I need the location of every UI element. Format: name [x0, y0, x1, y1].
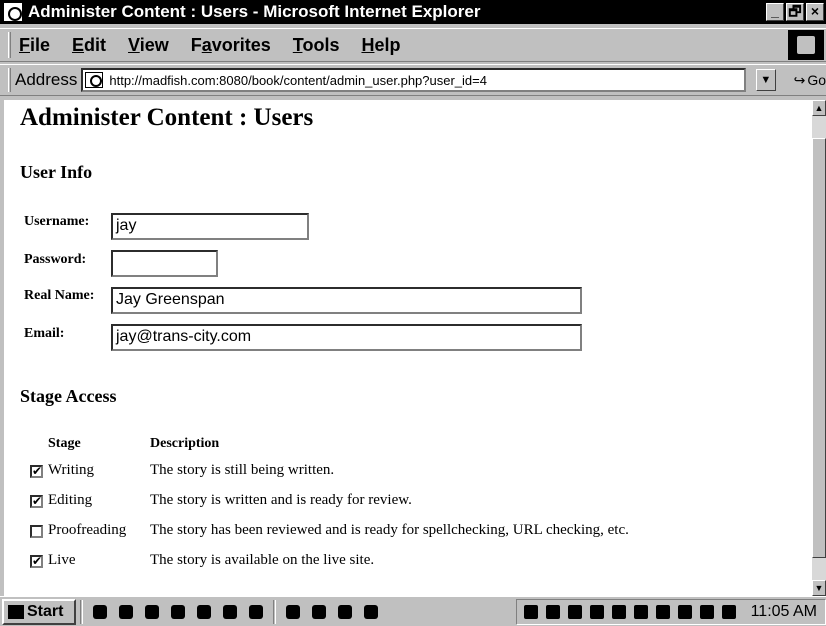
page-content: Administer Content : Users User Info Use…: [4, 100, 814, 596]
notepad-quicklaunch-icon[interactable]: [220, 603, 240, 621]
taskbar-clock: 11:05 AM: [750, 602, 817, 620]
ie-quicklaunch-icon[interactable]: [90, 603, 110, 621]
tray-icon-1[interactable]: [523, 604, 541, 620]
go-label: Go: [807, 72, 826, 88]
explorer-quicklaunch-icon[interactable]: [194, 603, 214, 621]
task-ie-window-icon[interactable]: [335, 603, 355, 621]
address-label: Address: [14, 70, 78, 89]
scroll-up-button[interactable]: ▲: [812, 100, 826, 116]
tray-icon-8[interactable]: [677, 604, 695, 620]
menu-view[interactable]: View: [128, 35, 169, 56]
menu-bar: File Edit View Favorites Tools Help: [0, 28, 826, 62]
menubar-grip[interactable]: [8, 32, 11, 58]
email-label: Email:: [24, 326, 65, 341]
outlook-quicklaunch-icon[interactable]: [116, 603, 136, 621]
tray-icon-5[interactable]: [611, 604, 629, 620]
tray-icon-7[interactable]: [655, 604, 673, 620]
browser-window: Administer Content : Users - Microsoft I…: [0, 0, 826, 626]
app-quicklaunch-icon[interactable]: [246, 603, 266, 621]
ie-app-icon[interactable]: [4, 3, 22, 21]
task-icon-2[interactable]: [309, 603, 329, 621]
address-input[interactable]: http://madfish.com:8080/book/content/adm…: [81, 68, 746, 92]
stage-access-heading: Stage Access: [20, 386, 117, 406]
stage-name: Writing: [48, 462, 95, 478]
close-button[interactable]: ×: [806, 3, 824, 21]
address-bar: Address http://madfish.com:8080/book/con…: [0, 64, 826, 96]
menu-tools[interactable]: Tools: [293, 35, 340, 56]
windows-flag-icon: [8, 604, 24, 619]
page-icon: [85, 72, 104, 88]
taskbar: Start 11:05 AM: [0, 596, 826, 626]
stage-description: The story is available on the live site.: [150, 552, 375, 568]
tray-icon-3[interactable]: [567, 604, 585, 620]
stage-column-header: Stage: [48, 436, 81, 451]
addressbar-grip[interactable]: [8, 68, 11, 92]
taskbar-separator: [273, 599, 276, 624]
username-field[interactable]: jay: [111, 213, 309, 240]
volume-icon[interactable]: [633, 604, 651, 620]
vertical-scrollbar[interactable]: ▲ ▼: [812, 100, 826, 596]
tray-icon-2[interactable]: [545, 604, 563, 620]
realname-label: Real Name:: [24, 288, 95, 303]
stage-description: The story is still being written.: [150, 462, 335, 478]
stage-description: The story has been reviewed and is ready…: [150, 522, 629, 538]
tray-icon-9[interactable]: [699, 604, 717, 620]
minimize-button[interactable]: _: [766, 3, 784, 21]
go-arrow-icon: ↪: [793, 71, 806, 88]
menu-favorites[interactable]: Favorites: [191, 35, 271, 56]
realname-field[interactable]: Jay Greenspan: [111, 287, 582, 314]
tray-icon-4[interactable]: [589, 604, 607, 620]
address-dropdown-button[interactable]: ▼: [755, 69, 776, 91]
tray-icon-10[interactable]: [721, 604, 739, 620]
task-icon-1[interactable]: [283, 603, 303, 621]
go-button[interactable]: ↪ Go: [794, 72, 826, 89]
page-title: Administer Content : Users: [20, 104, 314, 131]
password-field[interactable]: [111, 250, 218, 277]
password-label: Password:: [24, 252, 87, 267]
title-bar: Administer Content : Users - Microsoft I…: [0, 0, 826, 24]
restore-button[interactable]: 🗗: [786, 3, 804, 21]
stage-name: Live: [48, 552, 76, 568]
scroll-down-button[interactable]: ▼: [812, 580, 826, 596]
window-title: Administer Content : Users - Microsoft I…: [28, 2, 481, 21]
system-tray: 11:05 AM: [515, 598, 826, 625]
user-info-heading: User Info: [20, 162, 93, 182]
stage-name: Proofreading: [48, 522, 127, 538]
address-url: http://madfish.com:8080/book/content/adm…: [109, 72, 487, 88]
channels-quicklaunch-icon[interactable]: [142, 603, 162, 621]
taskbar-separator: [80, 599, 83, 624]
menu-help[interactable]: Help: [361, 35, 400, 56]
username-label: Username:: [24, 214, 90, 229]
stage-checkbox[interactable]: ✔: [30, 495, 43, 508]
description-column-header: Description: [150, 436, 220, 451]
scrollbar-thumb[interactable]: [812, 138, 826, 558]
stage-checkbox[interactable]: ✔: [30, 465, 43, 478]
stage-name: Editing: [48, 492, 93, 508]
stage-checkbox[interactable]: [30, 525, 43, 538]
stage-description: The story is written and is ready for re…: [150, 492, 412, 508]
stage-checkbox[interactable]: ✔: [30, 555, 43, 568]
start-label: Start: [27, 602, 64, 620]
task-icon-4[interactable]: [361, 603, 381, 621]
email-field[interactable]: jay@trans-city.com: [111, 324, 582, 351]
menu-edit[interactable]: Edit: [72, 35, 106, 56]
start-button[interactable]: Start: [2, 598, 76, 625]
desktop-quicklaunch-icon[interactable]: [168, 603, 188, 621]
menu-file[interactable]: File: [19, 35, 50, 56]
windows-logo-icon: [788, 30, 824, 60]
